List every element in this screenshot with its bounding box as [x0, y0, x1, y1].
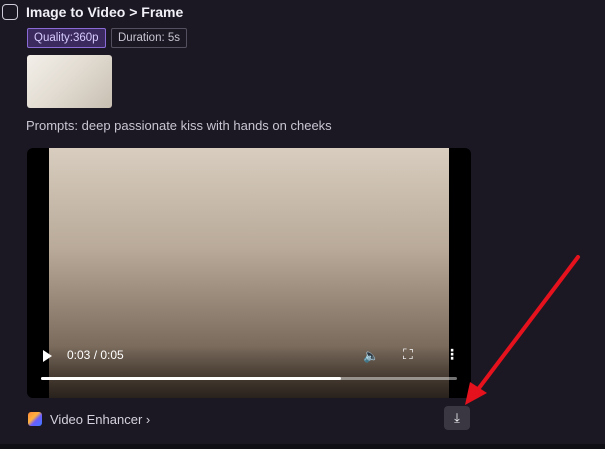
red-arrow-annotation	[465, 255, 580, 405]
